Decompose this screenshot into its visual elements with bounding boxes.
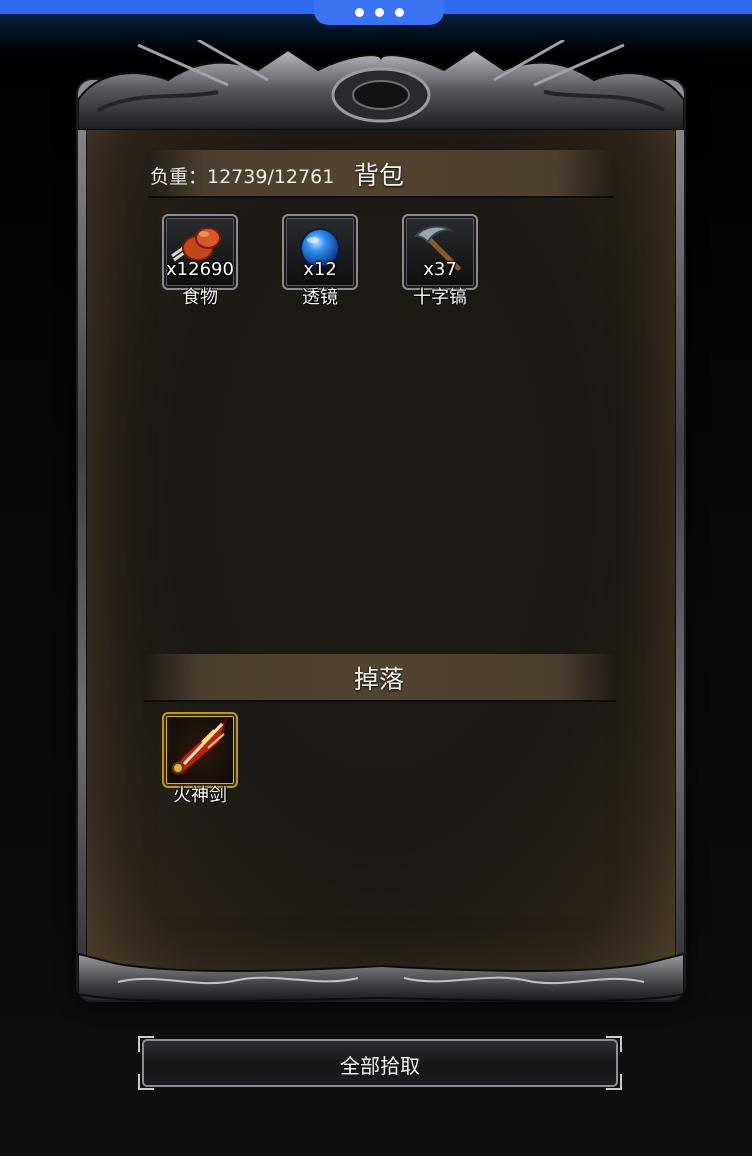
item-count: x12 — [303, 259, 337, 280]
bag-item-lens[interactable]: x12 透镜 — [282, 214, 358, 308]
item-count: x37 — [423, 259, 457, 280]
more-dot-icon — [394, 8, 404, 17]
bag-title: 背包 — [354, 161, 405, 190]
more-dot-icon — [354, 8, 364, 17]
item-count: x12690 — [166, 259, 234, 280]
item-name: 透镜 — [302, 287, 338, 308]
pickup-all-button[interactable]: 全部拾取 — [136, 1036, 624, 1090]
drops-title: 掉落 — [354, 665, 405, 694]
bag-item-pickaxe[interactable]: x37 十字镐 — [402, 214, 478, 308]
item-name: 食物 — [182, 287, 218, 308]
item-name: 十字镐 — [413, 287, 467, 308]
game-screen: 负重：12739/12761 背包 x12690 食物 x12 透镜 x37 十… — [0, 0, 752, 1156]
more-dot-icon — [374, 8, 384, 17]
dragon-crest-ornament — [78, 40, 684, 130]
fire-sword-icon — [170, 717, 228, 776]
weight-capacity-text: 负重：12739/12761 — [150, 166, 335, 188]
item-name: 火神剑 — [173, 785, 227, 806]
more-options-button[interactable] — [314, 0, 444, 25]
frame-base-ornament — [78, 944, 684, 1010]
bag-item-food[interactable]: x12690 食物 — [162, 214, 238, 308]
pickup-all-label: 全部拾取 — [340, 1054, 420, 1078]
drop-item-fire-sword[interactable]: 火神剑 — [162, 712, 238, 806]
